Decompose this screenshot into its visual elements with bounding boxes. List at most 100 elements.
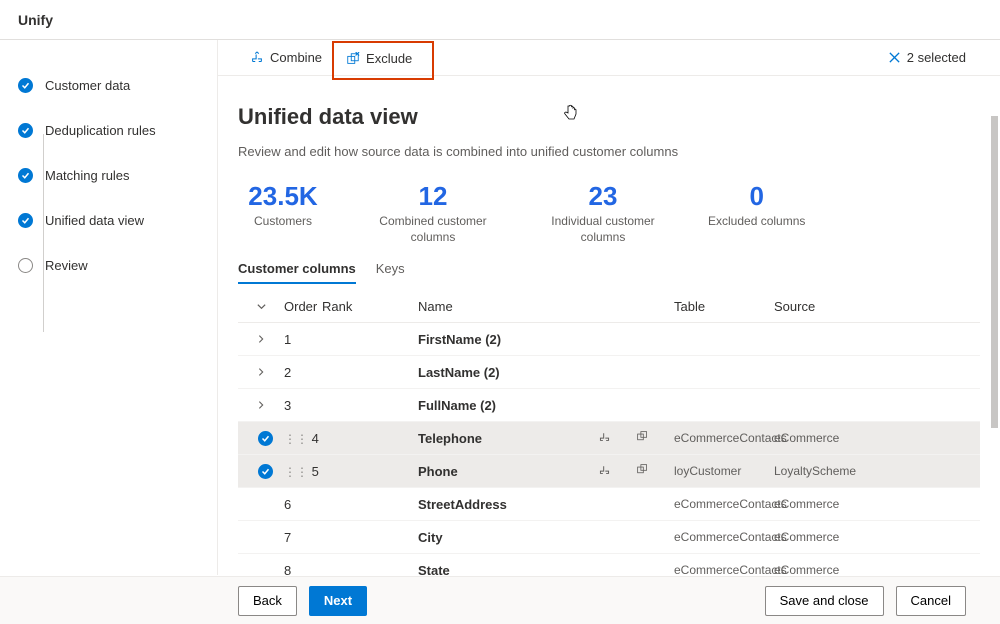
table-header: Order Rank Name Table Source (238, 290, 980, 323)
step-connector-line (43, 134, 44, 332)
back-button[interactable]: Back (238, 586, 297, 616)
table-row[interactable]: 1 FirstName (2) (238, 323, 980, 356)
table-row[interactable]: 2 LastName (2) (238, 356, 980, 389)
stat-value: 23.5K (238, 181, 328, 212)
step-label: Unified data view (45, 213, 144, 228)
table-row[interactable]: 7 City eCommerceContactseCommerce (238, 521, 980, 554)
stat-combined-cols: 12 Combined customer columns (368, 181, 498, 245)
row-order: 2 (284, 365, 322, 380)
step-customer-data[interactable]: Customer data (18, 78, 217, 93)
main-panel: Combine Exclude 2 selected Unified data … (217, 40, 1000, 575)
wizard-sidebar: Customer data Deduplication rules Matchi… (0, 40, 217, 575)
combine-icon[interactable] (598, 463, 611, 476)
drag-handle-icon[interactable]: ⋮⋮ (284, 432, 308, 446)
exclude-icon (346, 52, 360, 66)
cancel-button[interactable]: Cancel (896, 586, 966, 616)
drag-handle-icon[interactable]: ⋮⋮ (284, 465, 308, 479)
col-name[interactable]: Name (418, 299, 598, 314)
row-source: LoyaltyScheme (774, 464, 884, 478)
row-table: eCommerceContacts (674, 497, 774, 511)
stat-label: Individual customer columns (538, 214, 668, 245)
selected-check-icon[interactable] (258, 464, 273, 479)
stat-individual-cols: 23 Individual customer columns (538, 181, 668, 245)
next-button[interactable]: Next (309, 586, 367, 616)
app-titlebar: Unify (0, 0, 1000, 40)
step-dedup-rules[interactable]: Deduplication rules (18, 123, 217, 138)
selection-count[interactable]: 2 selected (888, 50, 966, 65)
check-icon (18, 123, 33, 138)
stat-customers: 23.5K Customers (238, 181, 328, 245)
row-source: eCommerce (774, 530, 884, 544)
step-unified-data-view[interactable]: Unified data view (18, 213, 217, 228)
table-row[interactable]: ⋮⋮ 5PhoneloyCustomerLoyaltyScheme (238, 455, 980, 488)
row-order: 1 (284, 332, 322, 347)
save-close-button[interactable]: Save and close (765, 586, 884, 616)
stat-label: Excluded columns (708, 214, 805, 230)
exclude-button[interactable]: Exclude (340, 51, 418, 66)
row-toggle (238, 464, 284, 479)
check-icon (18, 78, 33, 93)
row-toggle (238, 431, 284, 446)
combine-button[interactable]: Combine (240, 46, 332, 69)
row-table: eCommerceContacts (674, 530, 774, 544)
chevron-down-icon[interactable] (238, 301, 284, 312)
row-table: loyCustomer (674, 464, 774, 478)
row-name: StreetAddress (418, 497, 598, 512)
row-source: eCommerce (774, 431, 884, 445)
stat-value: 12 (368, 181, 498, 212)
row-order: 6 (284, 497, 322, 512)
row-name: City (418, 530, 598, 545)
exclude-icon[interactable] (636, 463, 649, 476)
page-title: Unified data view (238, 104, 980, 130)
exclude-icon[interactable] (636, 430, 649, 443)
stat-label: Customers (238, 214, 328, 230)
row-table: eCommerceContacts (674, 431, 774, 445)
row-toggle[interactable] (238, 334, 284, 344)
stat-value: 0 (708, 181, 805, 212)
step-label: Customer data (45, 78, 130, 93)
stat-label: Combined customer columns (368, 214, 498, 245)
step-label: Deduplication rules (45, 123, 156, 138)
close-icon (888, 51, 901, 64)
scrollbar-thumb[interactable] (991, 116, 998, 428)
table-row[interactable]: 6StreetAddresseCommerceContactseCommerce (238, 488, 980, 521)
col-order[interactable]: Order (284, 299, 322, 314)
exclude-highlight-box: Exclude (332, 41, 434, 80)
tab-customer-columns[interactable]: Customer columns (238, 255, 356, 284)
row-name: FullName (2) (418, 398, 598, 413)
stat-excluded-cols: 0 Excluded columns (708, 181, 805, 245)
circle-icon (18, 258, 33, 273)
step-label: Matching rules (45, 168, 130, 183)
combine-icon (250, 51, 264, 65)
col-table[interactable]: Table (674, 299, 774, 314)
stat-value: 23 (538, 181, 668, 212)
action-toolbar: Combine Exclude 2 selected (218, 40, 1000, 76)
step-matching-rules[interactable]: Matching rules (18, 168, 217, 183)
row-name: Telephone (418, 431, 598, 446)
col-rank[interactable]: Rank (322, 299, 368, 314)
combine-label: Combine (270, 50, 322, 65)
table-row[interactable]: ⋮⋮ 4 Telephone eCommerceContactseCommerce (238, 422, 980, 455)
exclude-label: Exclude (366, 51, 412, 66)
row-toggle[interactable] (238, 400, 284, 410)
app-title: Unify (18, 12, 53, 28)
row-name: Phone (418, 464, 598, 479)
page-subtitle: Review and edit how source data is combi… (238, 144, 980, 159)
row-name: FirstName (2) (418, 332, 598, 347)
row-order: 3 (284, 398, 322, 413)
step-review[interactable]: Review (18, 258, 217, 273)
row-toggle[interactable] (238, 367, 284, 377)
step-label: Review (45, 258, 88, 273)
table-row[interactable]: 3 FullName (2) (238, 389, 980, 422)
selected-check-icon[interactable] (258, 431, 273, 446)
stats-row: 23.5K Customers 12 Combined customer col… (238, 181, 980, 245)
row-order: 7 (284, 530, 322, 545)
selection-count-text: 2 selected (907, 50, 966, 65)
row-order: ⋮⋮ 4 (284, 431, 322, 446)
col-source[interactable]: Source (774, 299, 884, 314)
tab-keys[interactable]: Keys (376, 255, 405, 284)
combine-icon[interactable] (598, 430, 611, 443)
columns-table: Order Rank Name Table Source 1 FirstName … (238, 290, 980, 587)
check-icon (18, 168, 33, 183)
row-name: LastName (2) (418, 365, 598, 380)
